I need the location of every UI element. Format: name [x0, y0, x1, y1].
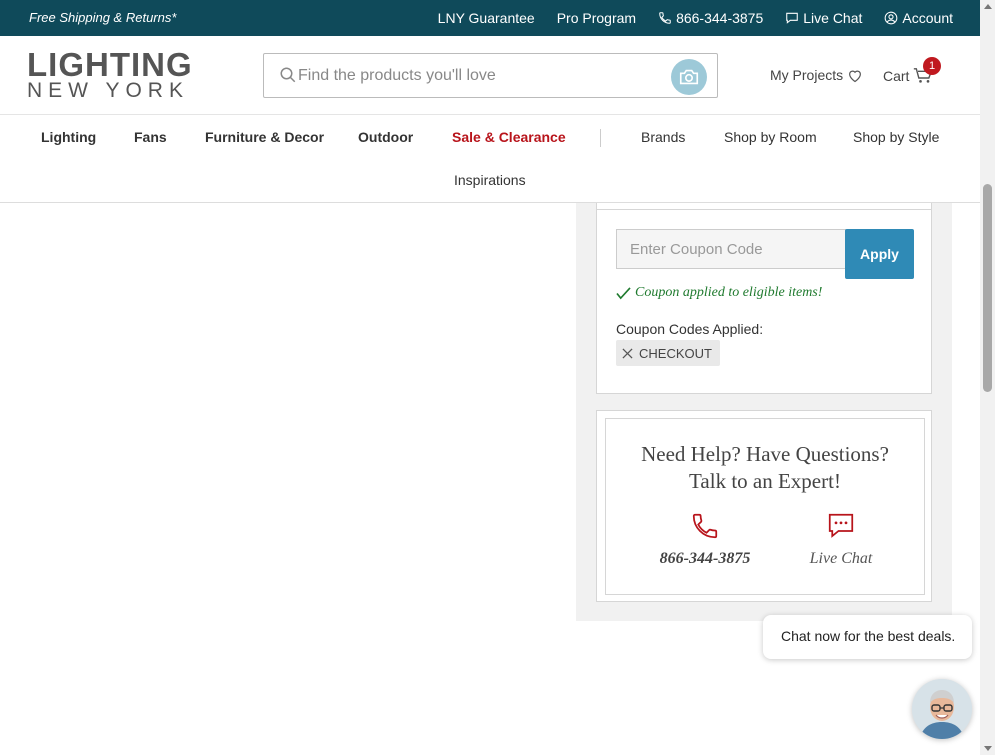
checkmark-icon: [616, 286, 631, 299]
help-live-chat-label: Live Chat: [809, 550, 873, 567]
scrollbar-thumb[interactable]: [983, 184, 992, 392]
account-link[interactable]: Account: [884, 10, 953, 26]
phone-icon: [692, 513, 718, 539]
live-chat-link[interactable]: Live Chat: [785, 10, 862, 26]
apply-coupon-button[interactable]: Apply: [845, 229, 914, 279]
phone-number: 866-344-3875: [676, 10, 764, 26]
help-phone-link[interactable]: 866-344-3875: [650, 511, 760, 568]
pro-program-link[interactable]: Pro Program: [557, 10, 636, 26]
applied-coupon-code: CHECKOUT: [639, 345, 712, 361]
help-box: Need Help? Have Questions? Talk to an Ex…: [596, 410, 932, 602]
coupon-success-message: Coupon applied to eligible items!: [616, 285, 822, 301]
cart-link[interactable]: Cart 1: [883, 57, 941, 84]
search-input[interactable]: [298, 63, 658, 89]
account-icon: [885, 11, 898, 25]
chat-agent-avatar[interactable]: [912, 679, 972, 739]
close-icon[interactable]: [622, 347, 633, 359]
cart-label: Cart: [883, 67, 910, 84]
divider: [597, 209, 931, 210]
nav-item-shop-by-room[interactable]: Shop by Room: [724, 129, 817, 145]
phone-icon: [659, 12, 671, 24]
chat-bubble-icon: [828, 513, 854, 538]
help-phone-number: 866-344-3875: [659, 550, 751, 567]
camera-icon: [679, 69, 699, 85]
nav-item-furniture-decor[interactable]: Furniture & Decor: [205, 129, 324, 145]
search-bar: [263, 53, 718, 98]
main-nav: Lighting Fans Furniture & Decor Outdoor …: [0, 115, 980, 203]
phone-link[interactable]: 866-344-3875: [658, 10, 763, 26]
help-title: Need Help? Have Questions? Talk to an Ex…: [606, 441, 924, 495]
help-title-line-2: Talk to an Expert!: [689, 469, 841, 493]
top-bar: Free Shipping & Returns* LNY Guarantee P…: [0, 0, 980, 36]
heart-icon: [849, 70, 862, 82]
nav-item-inspirations[interactable]: Inspirations: [454, 172, 526, 188]
cart-count-badge: 1: [923, 57, 941, 75]
logo-line-1: LIGHTING: [27, 46, 193, 83]
live-chat-label: Live Chat: [803, 10, 863, 26]
coupon-success-text: Coupon applied to eligible items!: [635, 285, 823, 300]
nav-item-brands[interactable]: Brands: [641, 129, 685, 145]
help-box-inner: Need Help? Have Questions? Talk to an Ex…: [605, 418, 925, 595]
visual-search-button[interactable]: [671, 59, 707, 95]
lny-guarantee-link[interactable]: LNY Guarantee: [438, 10, 535, 26]
coupon-codes-label: Coupon Codes Applied:: [616, 321, 764, 337]
chat-prompt-bubble[interactable]: Chat now for the best deals.: [763, 615, 972, 659]
site-header: LIGHTING NEW YORK My Projects Cart 1: [0, 36, 980, 115]
logo-line-2: NEW YORK: [27, 79, 189, 102]
agent-avatar-icon: [912, 679, 972, 739]
shipping-promo[interactable]: Free Shipping & Returns*: [29, 10, 176, 25]
nav-item-shop-by-style[interactable]: Shop by Style: [853, 129, 939, 145]
search-icon: [280, 67, 296, 83]
coupon-code-input[interactable]: [616, 229, 846, 269]
nav-item-sale-clearance[interactable]: Sale & Clearance: [452, 129, 566, 145]
coupon-section: Apply Coupon applied to eligible items! …: [596, 203, 932, 394]
help-live-chat-link[interactable]: Live Chat: [786, 511, 896, 568]
nav-item-outdoor[interactable]: Outdoor: [358, 129, 413, 145]
nav-item-lighting[interactable]: Lighting: [41, 129, 96, 145]
nav-item-fans[interactable]: Fans: [134, 129, 167, 145]
header-actions: My Projects Cart 1: [770, 57, 941, 84]
nav-divider: [600, 129, 601, 147]
page-scrollbar[interactable]: [980, 0, 995, 755]
scroll-up-arrow[interactable]: [984, 4, 992, 9]
account-label: Account: [902, 10, 953, 26]
top-links: LNY Guarantee Pro Program 866-344-3875 L…: [438, 10, 953, 26]
my-projects-link[interactable]: My Projects: [770, 67, 863, 83]
site-logo[interactable]: LIGHTING NEW YORK: [27, 46, 193, 102]
scroll-down-arrow[interactable]: [984, 746, 992, 751]
my-projects-label: My Projects: [770, 67, 844, 83]
applied-coupon-chip[interactable]: CHECKOUT: [616, 340, 720, 366]
help-title-line-1: Need Help? Have Questions?: [641, 442, 889, 466]
chat-icon: [786, 12, 799, 24]
